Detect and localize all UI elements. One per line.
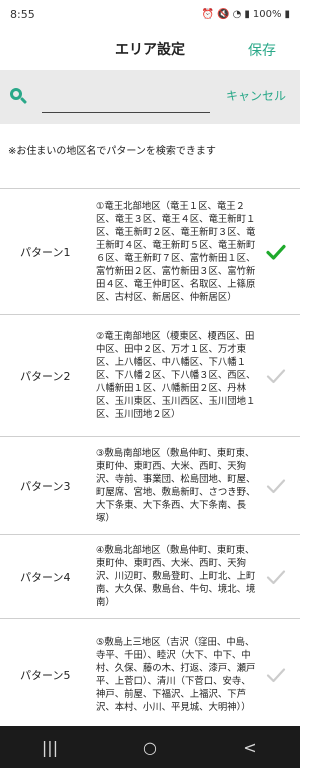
- alarm-icon: ⏰: [201, 8, 215, 20]
- home-button[interactable]: ○: [130, 738, 170, 757]
- battery-icon: ▮: [284, 8, 290, 20]
- pattern-name: パターン5: [20, 668, 71, 682]
- app-header: エリア設定 保存: [0, 28, 300, 70]
- search-icon: [10, 88, 28, 106]
- mute-icon: 🔇: [217, 8, 230, 20]
- pattern-description: ④敷島北部地区（敷島仲町、東町東、東町仲、東町西、大米、西町、天狗沢、川辺町、敷…: [96, 545, 256, 608]
- pattern-row-5[interactable]: パターン5 ⑤敷島上三地区（吉沢（窪田、中島、寺平、千田）、睦沢（大下、中下、中…: [0, 619, 300, 731]
- search-hint: ※お住まいの地区名でパターンを検索できます: [8, 146, 216, 157]
- pattern-row-2[interactable]: パターン2 ②竜王南部地区（榎東区、榎西区、田中区、田中２区、万才１区、万才東区…: [0, 315, 300, 437]
- pattern-description: ⑤敷島上三地区（吉沢（窪田、中島、寺平、千田）、睦沢（大下、中下、中村、久保、藤…: [96, 636, 256, 713]
- wifi-icon: ◔: [232, 8, 242, 20]
- check-icon[interactable]: [266, 567, 286, 587]
- search-input[interactable]: [42, 89, 210, 113]
- pattern-row-4[interactable]: パターン4 ④敷島北部地区（敷島仲町、東町東、東町仲、東町西、大米、西町、天狗沢…: [0, 535, 300, 619]
- pattern-description: ③敷島南部地区（敷島仲町、東町東、東町仲、東町西、大米、西町、天狗沢、寺前、事業…: [96, 447, 256, 524]
- page-title: エリア設定: [115, 42, 185, 58]
- status-time: 8:55: [10, 7, 35, 21]
- pattern-name: パターン4: [20, 570, 71, 584]
- check-icon[interactable]: [266, 476, 286, 496]
- signal-icon: ▮: [244, 8, 250, 20]
- pattern-name: パターン2: [20, 369, 71, 383]
- status-icons: ⏰ 🔇 ◔ ▮ 100% ▮: [202, 9, 290, 20]
- pattern-name: パターン1: [20, 245, 71, 259]
- check-icon[interactable]: [266, 665, 286, 685]
- cancel-button[interactable]: キャンセル: [226, 87, 286, 104]
- pattern-description: ①竜王北部地区（竜王１区、竜王２区、竜王３区、竜王４区、竜王新町１区、竜王新町２…: [96, 200, 256, 303]
- battery-text: 100%: [252, 8, 282, 20]
- recent-apps-button[interactable]: |||: [30, 738, 70, 757]
- save-button[interactable]: 保存: [248, 40, 276, 60]
- check-icon[interactable]: [266, 242, 286, 262]
- pattern-description: ②竜王南部地区（榎東区、榎西区、田中区、田中２区、万才１区、万才東区、上八幡区、…: [96, 331, 256, 420]
- system-nav-bar: ||| ○ <: [0, 726, 300, 768]
- pattern-name: パターン3: [20, 479, 71, 493]
- pattern-list: パターン1 ①竜王北部地区（竜王１区、竜王２区、竜王３区、竜王４区、竜王新町１区…: [0, 188, 300, 731]
- search-bar: キャンセル: [0, 70, 300, 124]
- check-icon[interactable]: [266, 366, 286, 386]
- pattern-row-1[interactable]: パターン1 ①竜王北部地区（竜王１区、竜王２区、竜王３区、竜王４区、竜王新町１区…: [0, 189, 300, 315]
- pattern-row-3[interactable]: パターン3 ③敷島南部地区（敷島仲町、東町東、東町仲、東町西、大米、西町、天狗沢…: [0, 437, 300, 535]
- back-button[interactable]: <: [230, 738, 270, 757]
- status-bar: 8:55 ⏰ 🔇 ◔ ▮ 100% ▮: [0, 0, 300, 28]
